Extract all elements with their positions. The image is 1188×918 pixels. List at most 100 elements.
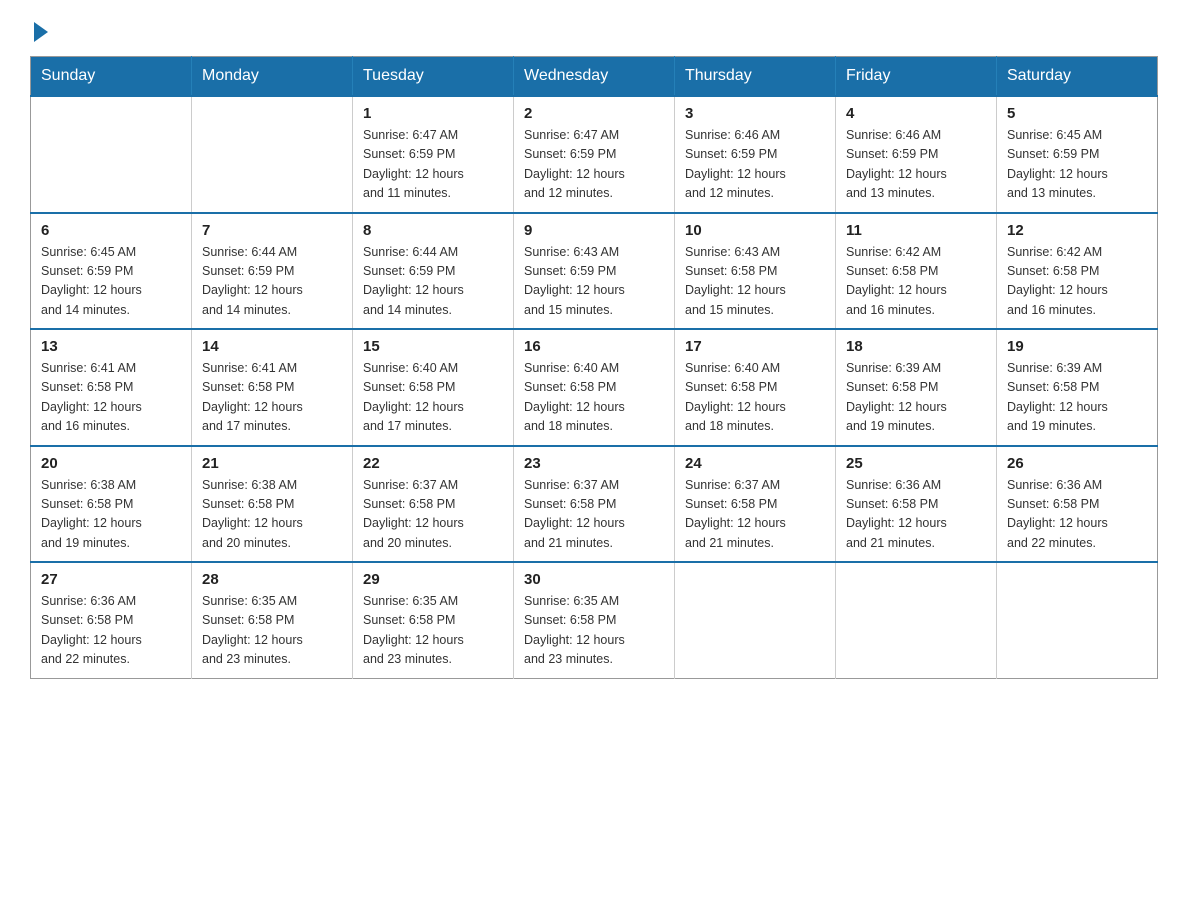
day-number: 28 — [202, 571, 342, 588]
calendar-table: SundayMondayTuesdayWednesdayThursdayFrid… — [30, 56, 1158, 679]
weekday-header-wednesday: Wednesday — [514, 57, 675, 97]
calendar-cell: 25Sunrise: 6:36 AM Sunset: 6:58 PM Dayli… — [836, 446, 997, 563]
day-info: Sunrise: 6:40 AM Sunset: 6:58 PM Dayligh… — [685, 359, 825, 437]
day-number: 25 — [846, 455, 986, 472]
calendar-cell: 29Sunrise: 6:35 AM Sunset: 6:58 PM Dayli… — [353, 562, 514, 678]
day-number: 22 — [363, 455, 503, 472]
calendar-cell: 13Sunrise: 6:41 AM Sunset: 6:58 PM Dayli… — [31, 329, 192, 446]
calendar-cell: 16 Sunrise: 6:40 AM Sunset: 6:58 PM Dayli… — [514, 329, 675, 446]
day-info: Sunrise: 6:36 AM Sunset: 6:58 PM Dayligh… — [1007, 476, 1147, 554]
day-info: Sunrise: 6:37 AM Sunset: 6:58 PM Dayligh… — [363, 476, 503, 554]
calendar-cell: 3 Sunrise: 6:46 AM Sunset: 6:59 PM Daylig… — [675, 96, 836, 213]
calendar-cell — [675, 562, 836, 678]
day-number: 12 — [1007, 222, 1147, 239]
day-number: 5 — [1007, 105, 1147, 122]
calendar-week-row: 6 Sunrise: 6:45 AM Sunset: 6:59 PM Daylig… — [31, 213, 1158, 330]
calendar-cell: 7Sunrise: 6:44 AM Sunset: 6:59 PM Daylig… — [192, 213, 353, 330]
calendar-cell: 2 Sunrise: 6:47 AM Sunset: 6:59 PM Daylig… — [514, 96, 675, 213]
calendar-cell: 22 Sunrise: 6:37 AM Sunset: 6:58 PM Dayli… — [353, 446, 514, 563]
day-number: 14 — [202, 338, 342, 355]
day-number: 24 — [685, 455, 825, 472]
weekday-header-friday: Friday — [836, 57, 997, 97]
day-number: 27 — [41, 571, 181, 588]
calendar-cell: 11 Sunrise: 6:42 AM Sunset: 6:58 PM Dayli… — [836, 213, 997, 330]
day-number: 10 — [685, 222, 825, 239]
day-info: Sunrise: 6:47 AM Sunset: 6:59 PM Dayligh… — [524, 126, 664, 204]
day-number: 23 — [524, 455, 664, 472]
calendar-cell — [31, 96, 192, 213]
day-number: 9 — [524, 222, 664, 239]
day-number: 19 — [1007, 338, 1147, 355]
day-number: 16 — [524, 338, 664, 355]
day-info: Sunrise: 6:41 AM Sunset: 6:58 PM Dayligh… — [202, 359, 342, 437]
day-info: Sunrise: 6:44 AM Sunset: 6:59 PM Dayligh… — [363, 243, 503, 321]
calendar-cell: 6 Sunrise: 6:45 AM Sunset: 6:59 PM Daylig… — [31, 213, 192, 330]
day-info: Sunrise: 6:42 AM Sunset: 6:58 PM Dayligh… — [846, 243, 986, 321]
calendar-cell: 10 Sunrise: 6:43 AM Sunset: 6:58 PM Dayli… — [675, 213, 836, 330]
day-number: 30 — [524, 571, 664, 588]
day-info: Sunrise: 6:37 AM Sunset: 6:58 PM Dayligh… — [524, 476, 664, 554]
calendar-cell: 26 Sunrise: 6:36 AM Sunset: 6:58 PM Dayli… — [997, 446, 1158, 563]
day-number: 11 — [846, 222, 986, 239]
day-number: 18 — [846, 338, 986, 355]
calendar-cell: 15Sunrise: 6:40 AM Sunset: 6:58 PM Dayli… — [353, 329, 514, 446]
calendar-cell: 30 Sunrise: 6:35 AM Sunset: 6:58 PM Dayli… — [514, 562, 675, 678]
day-number: 1 — [363, 105, 503, 122]
calendar-header: SundayMondayTuesdayWednesdayThursdayFrid… — [31, 57, 1158, 97]
page-header — [30, 20, 1158, 38]
day-info: Sunrise: 6:37 AM Sunset: 6:58 PM Dayligh… — [685, 476, 825, 554]
calendar-cell: 20 Sunrise: 6:38 AM Sunset: 6:58 PM Dayli… — [31, 446, 192, 563]
weekday-header-tuesday: Tuesday — [353, 57, 514, 97]
day-info: Sunrise: 6:42 AM Sunset: 6:58 PM Dayligh… — [1007, 243, 1147, 321]
day-info: Sunrise: 6:38 AM Sunset: 6:58 PM Dayligh… — [41, 476, 181, 554]
day-number: 2 — [524, 105, 664, 122]
calendar-cell: 28 Sunrise: 6:35 AM Sunset: 6:58 PM Dayli… — [192, 562, 353, 678]
day-info: Sunrise: 6:35 AM Sunset: 6:58 PM Dayligh… — [363, 592, 503, 670]
weekday-header-row: SundayMondayTuesdayWednesdayThursdayFrid… — [31, 57, 1158, 97]
calendar-week-row: 27 Sunrise: 6:36 AM Sunset: 6:58 PM Dayli… — [31, 562, 1158, 678]
calendar-cell: 8 Sunrise: 6:44 AM Sunset: 6:59 PM Daylig… — [353, 213, 514, 330]
day-number: 8 — [363, 222, 503, 239]
day-info: Sunrise: 6:45 AM Sunset: 6:59 PM Dayligh… — [41, 243, 181, 321]
day-number: 26 — [1007, 455, 1147, 472]
calendar-cell: 5 Sunrise: 6:45 AM Sunset: 6:59 PM Daylig… — [997, 96, 1158, 213]
day-info: Sunrise: 6:45 AM Sunset: 6:59 PM Dayligh… — [1007, 126, 1147, 204]
calendar-cell: 27 Sunrise: 6:36 AM Sunset: 6:58 PM Dayli… — [31, 562, 192, 678]
day-info: Sunrise: 6:47 AM Sunset: 6:59 PM Dayligh… — [363, 126, 503, 204]
day-info: Sunrise: 6:43 AM Sunset: 6:59 PM Dayligh… — [524, 243, 664, 321]
weekday-header-thursday: Thursday — [675, 57, 836, 97]
weekday-header-sunday: Sunday — [31, 57, 192, 97]
day-info: Sunrise: 6:39 AM Sunset: 6:58 PM Dayligh… — [1007, 359, 1147, 437]
calendar-cell — [997, 562, 1158, 678]
day-info: Sunrise: 6:44 AM Sunset: 6:59 PM Dayligh… — [202, 243, 342, 321]
calendar-cell: 24 Sunrise: 6:37 AM Sunset: 6:58 PM Dayli… — [675, 446, 836, 563]
day-info: Sunrise: 6:38 AM Sunset: 6:58 PM Dayligh… — [202, 476, 342, 554]
day-number: 15 — [363, 338, 503, 355]
calendar-cell — [836, 562, 997, 678]
day-number: 13 — [41, 338, 181, 355]
day-number: 21 — [202, 455, 342, 472]
weekday-header-monday: Monday — [192, 57, 353, 97]
logo-arrow-icon — [34, 22, 48, 42]
day-number: 3 — [685, 105, 825, 122]
calendar-week-row: 1 Sunrise: 6:47 AM Sunset: 6:59 PM Daylig… — [31, 96, 1158, 213]
day-info: Sunrise: 6:36 AM Sunset: 6:58 PM Dayligh… — [41, 592, 181, 670]
day-number: 4 — [846, 105, 986, 122]
calendar-body: 1 Sunrise: 6:47 AM Sunset: 6:59 PM Daylig… — [31, 96, 1158, 678]
calendar-cell: 17Sunrise: 6:40 AM Sunset: 6:58 PM Dayli… — [675, 329, 836, 446]
calendar-cell: 21 Sunrise: 6:38 AM Sunset: 6:58 PM Dayli… — [192, 446, 353, 563]
calendar-cell: 14 Sunrise: 6:41 AM Sunset: 6:58 PM Dayli… — [192, 329, 353, 446]
day-number: 6 — [41, 222, 181, 239]
calendar-week-row: 20 Sunrise: 6:38 AM Sunset: 6:58 PM Dayli… — [31, 446, 1158, 563]
day-info: Sunrise: 6:43 AM Sunset: 6:58 PM Dayligh… — [685, 243, 825, 321]
calendar-cell: 1 Sunrise: 6:47 AM Sunset: 6:59 PM Daylig… — [353, 96, 514, 213]
day-info: Sunrise: 6:35 AM Sunset: 6:58 PM Dayligh… — [202, 592, 342, 670]
day-info: Sunrise: 6:35 AM Sunset: 6:58 PM Dayligh… — [524, 592, 664, 670]
logo-top — [30, 20, 48, 42]
day-number: 20 — [41, 455, 181, 472]
day-info: Sunrise: 6:46 AM Sunset: 6:59 PM Dayligh… — [685, 126, 825, 204]
calendar-week-row: 13 Sunrise: 6:41 AM Sunset: 6:58 PM Dayli… — [31, 329, 1158, 446]
calendar-cell: 18Sunrise: 6:39 AM Sunset: 6:58 PM Dayli… — [836, 329, 997, 446]
day-info: Sunrise: 6:40 AM Sunset: 6:58 PM Dayligh… — [524, 359, 664, 437]
day-info: Sunrise: 6:46 AM Sunset: 6:59 PM Dayligh… — [846, 126, 986, 204]
